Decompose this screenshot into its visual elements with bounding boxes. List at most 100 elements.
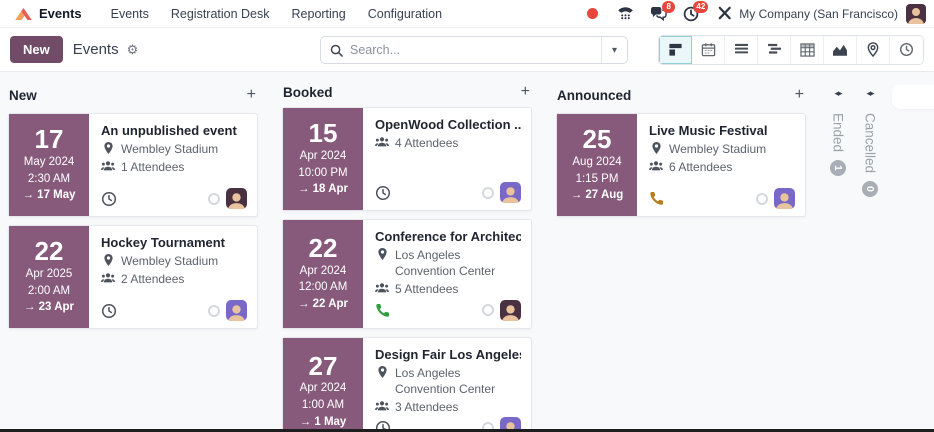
view-gantt-button[interactable] [758,36,791,64]
breadcrumb[interactable]: Events [73,41,119,58]
event-card[interactable]: 17 May 2024 2:30 AM → 17 May An unpublis… [8,113,258,217]
event-title: Design Fair Los Angeles [375,347,521,362]
add-column-area[interactable] [892,85,934,109]
presence-dot-icon[interactable] [583,5,601,23]
attendees-icon [375,281,389,297]
event-location-row: Los Angeles Convention Center [375,365,521,397]
add-card-button[interactable]: + [247,87,256,103]
add-card-button[interactable]: + [795,87,804,103]
search-dropdown-caret-icon[interactable]: ▾ [601,37,627,63]
column-title: Cancelled [863,113,878,173]
view-list-button[interactable] [725,36,758,64]
attendees-icon [101,159,115,175]
column-count-badge: 1 [830,160,846,176]
list-icon [734,43,749,56]
event-card[interactable]: 22 Apr 2025 2:00 AM → 23 Apr Hockey Tour… [8,225,258,329]
column-cards: 17 May 2024 2:30 AM → 17 May An unpublis… [0,113,274,329]
unfold-icon[interactable]: ◂▸ [866,88,873,99]
tools-icon[interactable] [715,5,733,23]
kanban-state-icon[interactable] [756,193,768,205]
assignee-avatar[interactable] [226,300,247,321]
view-pivot-button[interactable] [791,36,824,64]
location-pin-icon [649,141,663,157]
event-title: Hockey Tournament [101,235,247,250]
top-navbar: Events Events Registration Desk Reportin… [0,0,934,28]
add-card-button[interactable]: + [521,84,530,100]
attendees-icon [101,271,115,287]
event-date-block: 17 May 2024 2:30 AM → 17 May [9,114,89,216]
app-switcher[interactable]: Events [8,6,88,22]
event-attendees-row: 1 Attendees [101,159,247,175]
phone-icon[interactable] [375,303,390,318]
view-switcher [658,35,924,65]
kanban-icon [668,42,683,57]
event-card[interactable]: 15 Apr 2024 10:00 PM → 18 Apr OpenWood C… [282,107,532,211]
event-location-row: Wembley Stadium [101,141,247,157]
systray: 8 42 [583,5,733,23]
event-card[interactable]: 25 Aug 2024 1:15 PM → 27 Aug Live Music … [556,113,806,217]
view-calendar-button[interactable] [692,36,725,64]
messages-icon[interactable]: 8 [649,5,667,23]
event-attendees-row: 2 Attendees [101,271,247,287]
assignee-avatar[interactable] [774,188,795,209]
map-pin-icon [867,42,879,57]
arrow-icon: → [24,301,36,313]
unfold-icon[interactable]: ◂▸ [834,88,841,99]
column-header: New + [0,84,274,106]
kanban-column-ended-folded[interactable]: ◂▸ Ended 1 [822,84,854,432]
user-avatar[interactable] [906,4,926,24]
menu-registration-desk[interactable]: Registration Desk [162,3,279,25]
event-attendees-row: 5 Attendees [375,281,521,297]
event-title: OpenWood Collection ... [375,117,521,132]
view-activity-button[interactable] [890,36,923,64]
kanban-state-icon[interactable] [482,187,494,199]
search-input[interactable] [350,43,601,57]
menu-reporting[interactable]: Reporting [283,3,355,25]
view-graph-button[interactable] [824,36,857,64]
menu-configuration[interactable]: Configuration [359,3,451,25]
event-location-row: Wembley Stadium [649,141,795,157]
location-pin-icon [375,247,389,279]
event-attendees-row: 3 Attendees [375,399,521,415]
kanban-column-booked: Booked + 15 Apr 2024 10:00 PM → 18 Apr O… [274,84,548,432]
phone-icon[interactable] [649,191,664,206]
event-time: 2:30 AM [28,171,70,188]
menu-events[interactable]: Events [102,3,158,25]
company-name[interactable]: My Company (San Francisco) [739,7,898,21]
location-pin-icon [101,253,115,269]
red-dot-icon [587,8,598,19]
gear-icon[interactable]: ⚙ [127,42,139,58]
location-pin-icon [375,365,389,397]
view-kanban-button[interactable] [659,36,692,64]
event-card[interactable]: 22 Apr 2024 12:00 AM → 22 Apr Conference… [282,219,532,329]
event-month-year: May 2024 [24,154,75,171]
event-title: Live Music Festival [649,123,795,138]
assignee-avatar[interactable] [500,182,521,203]
clock-icon[interactable] [101,191,117,207]
kanban-state-icon[interactable] [482,304,494,316]
assignee-avatar[interactable] [226,188,247,209]
attendees-icon [375,135,389,151]
gantt-icon [767,43,782,56]
event-card-footer [101,188,247,209]
kanban-column-new: New + 17 May 2024 2:30 AM → 17 May An un… [0,84,274,432]
kanban-state-icon[interactable] [208,305,220,317]
event-day: 17 [35,125,64,154]
activities-icon[interactable]: 42 [682,5,700,23]
app-name: Events [39,6,82,21]
graph-icon [832,43,848,56]
event-location-row: Wembley Stadium [101,253,247,269]
event-card-body: An unpublished event Wembley Stadium 1 A… [89,114,257,216]
clock-icon[interactable] [375,185,391,201]
voip-phone-icon[interactable] [616,5,634,23]
new-button[interactable]: New [10,36,63,63]
assignee-avatar[interactable] [500,300,521,321]
clock-icon[interactable] [101,303,117,319]
event-date-block: 22 Apr 2025 2:00 AM → 23 Apr [9,226,89,328]
event-title: Conference for Architects [375,229,521,244]
search-box: ▾ [320,36,628,64]
kanban-column-cancelled-folded[interactable]: ◂▸ Cancelled 0 [854,84,886,432]
view-map-button[interactable] [857,36,890,64]
event-card[interactable]: 27 Apr 2024 1:00 AM → 1 May Design Fair … [282,337,532,432]
kanban-state-icon[interactable] [208,193,220,205]
